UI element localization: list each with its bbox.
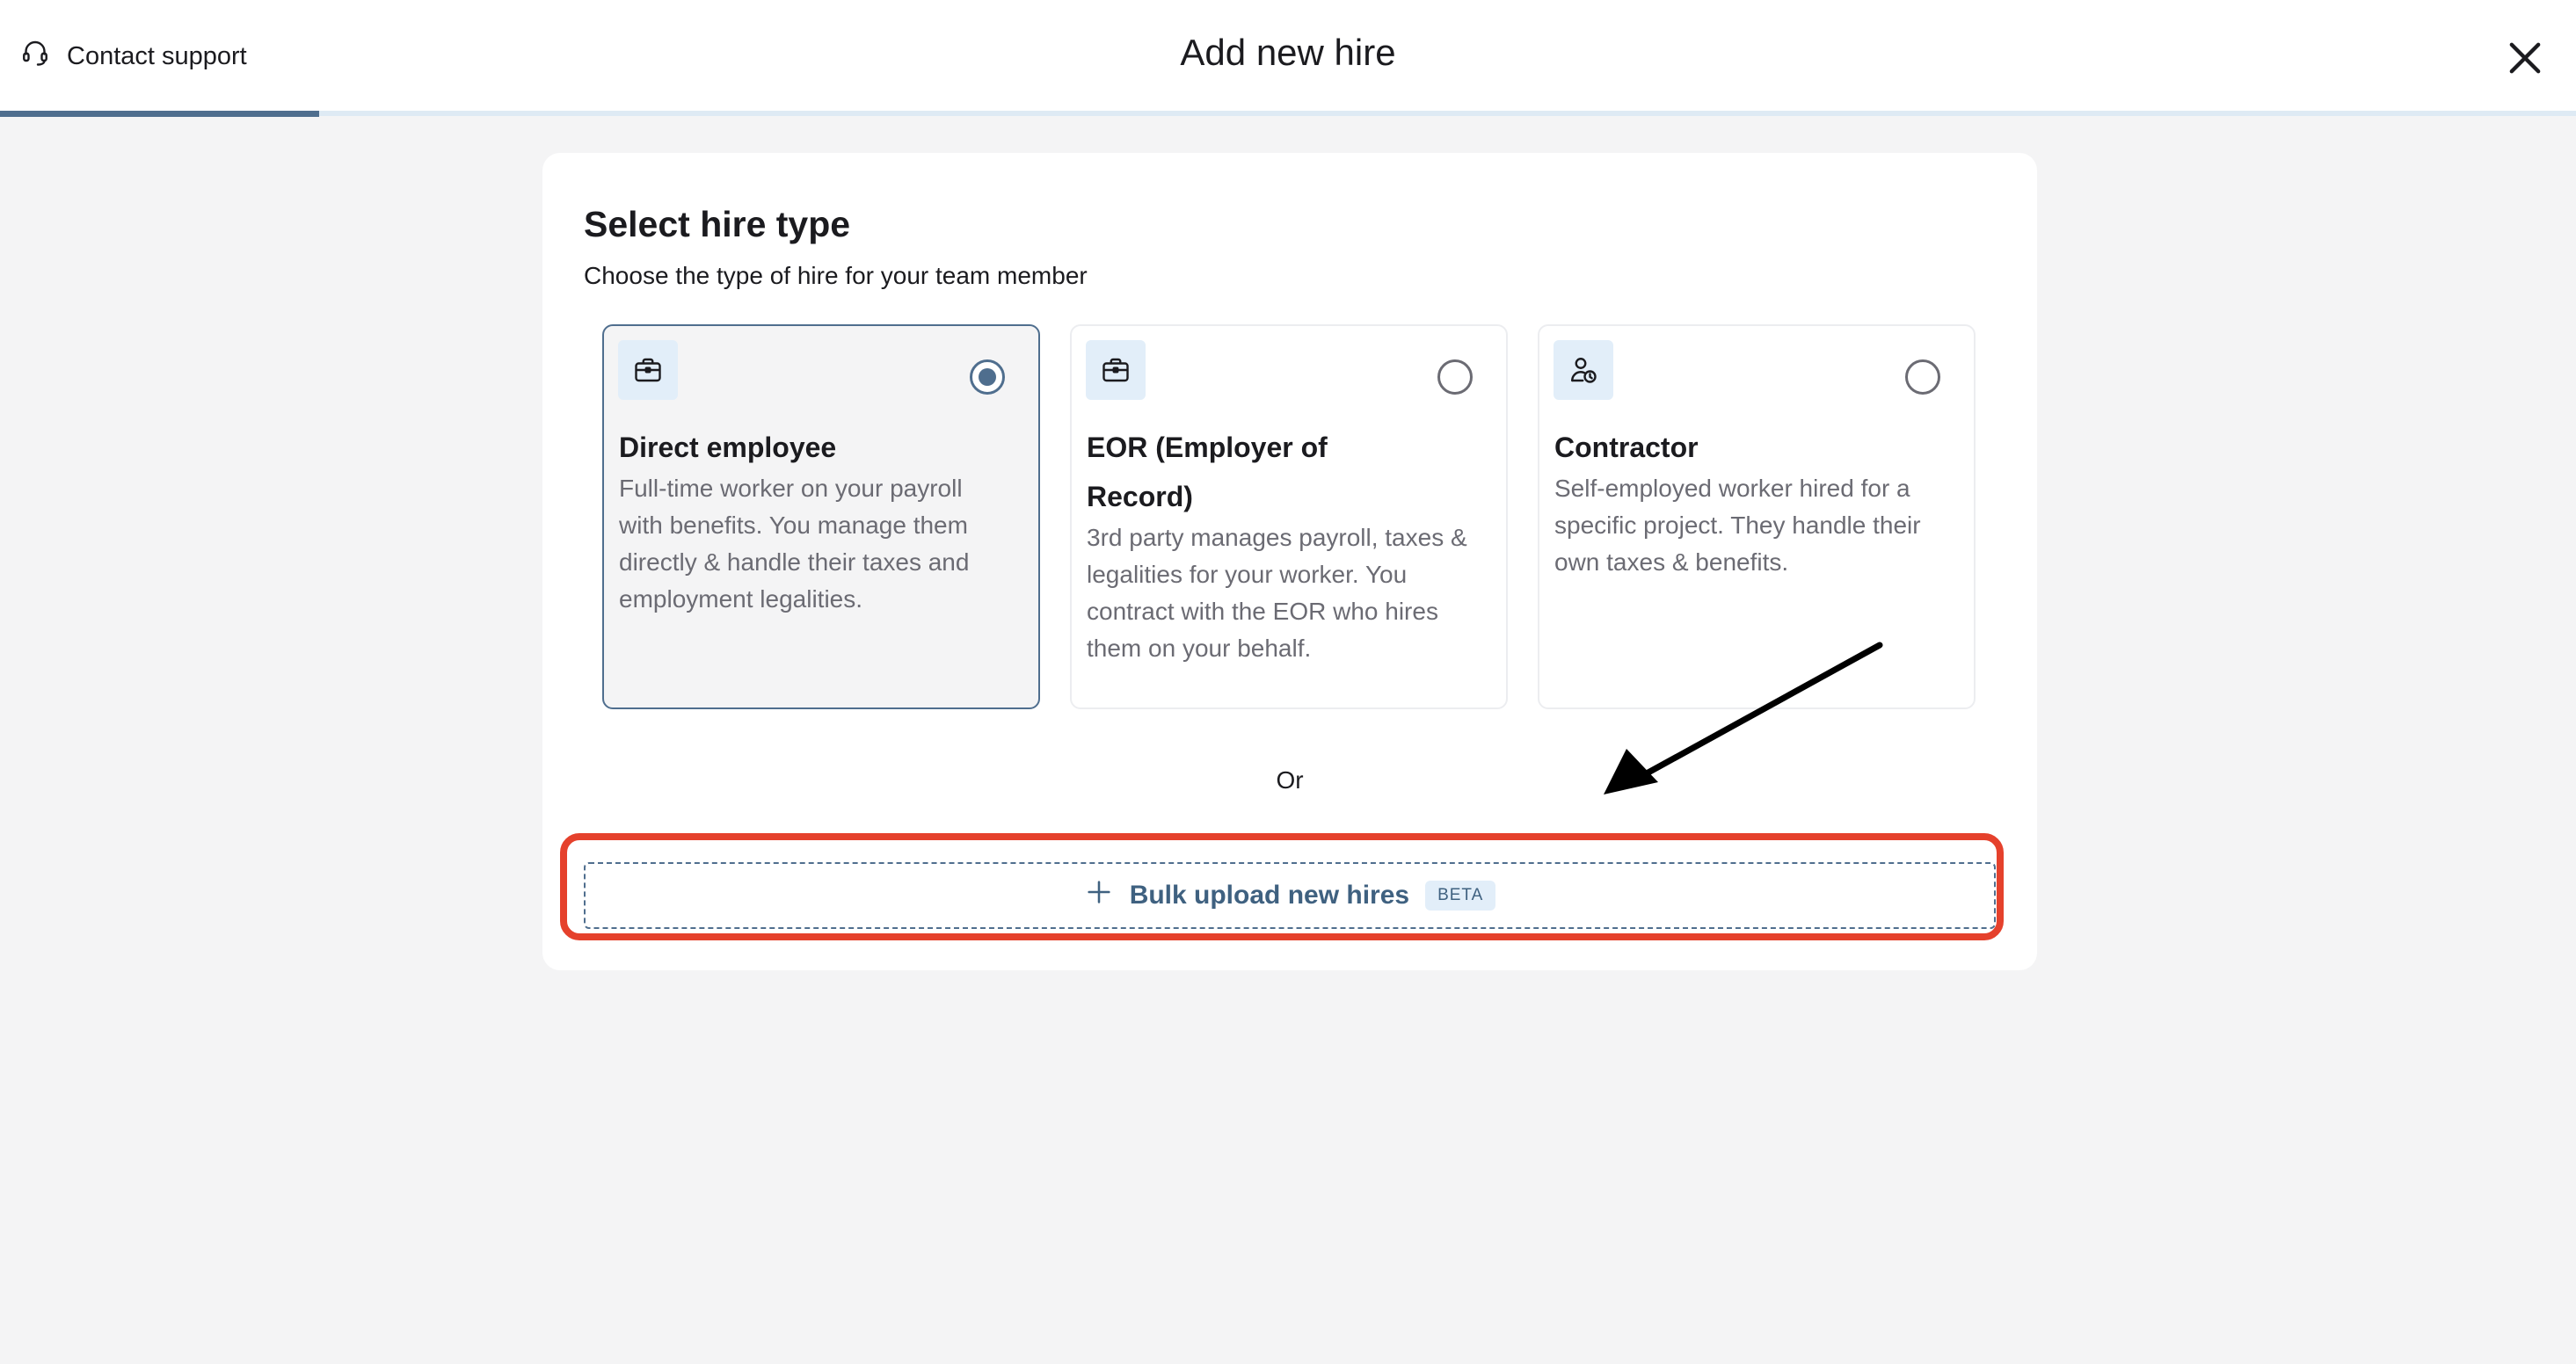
option-title: Direct employee: [619, 432, 837, 463]
briefcase-icon: [618, 340, 678, 400]
top-bar: Contact support Add new hire: [0, 0, 2576, 116]
briefcase-icon: [1086, 340, 1146, 400]
hire-type-card: Select hire type Choose the type of hire…: [542, 153, 2037, 970]
or-divider-label: Or: [1276, 766, 1304, 794]
option-contractor[interactable]: Contractor Self-employed worker hired fo…: [1538, 324, 1976, 709]
beta-badge: BETA: [1425, 881, 1496, 911]
close-button[interactable]: [2502, 35, 2548, 81]
radio-contractor[interactable]: [1905, 359, 1940, 395]
section-subtitle: Choose the type of hire for your team me…: [584, 262, 1088, 289]
progress-bar: [0, 111, 320, 117]
radio-eor[interactable]: [1437, 359, 1473, 395]
person-clock-icon: [1554, 340, 1613, 400]
close-icon: [2502, 42, 2548, 84]
option-description: Self-employed worker hired for a specifi…: [1554, 475, 1921, 576]
plus-icon: [1084, 877, 1114, 914]
option-direct-employee[interactable]: Direct employee Full-time worker on your…: [602, 324, 1040, 709]
option-description: 3rd party manages payroll, taxes & legal…: [1087, 524, 1467, 662]
option-description: Full-time worker on your payroll with be…: [619, 475, 970, 613]
bulk-upload-label: Bulk upload new hires: [1129, 881, 1410, 910]
option-title: Contractor: [1554, 432, 1699, 463]
section-title: Select hire type: [584, 204, 851, 244]
option-title: EOR (Employer of Record): [1087, 432, 1328, 512]
radio-direct-employee[interactable]: [970, 359, 1005, 395]
bulk-upload-button[interactable]: Bulk upload new hires BETA: [584, 862, 1996, 929]
option-eor[interactable]: EOR (Employer of Record) 3rd party manag…: [1070, 324, 1508, 709]
page-title: Add new hire: [1180, 32, 1396, 73]
